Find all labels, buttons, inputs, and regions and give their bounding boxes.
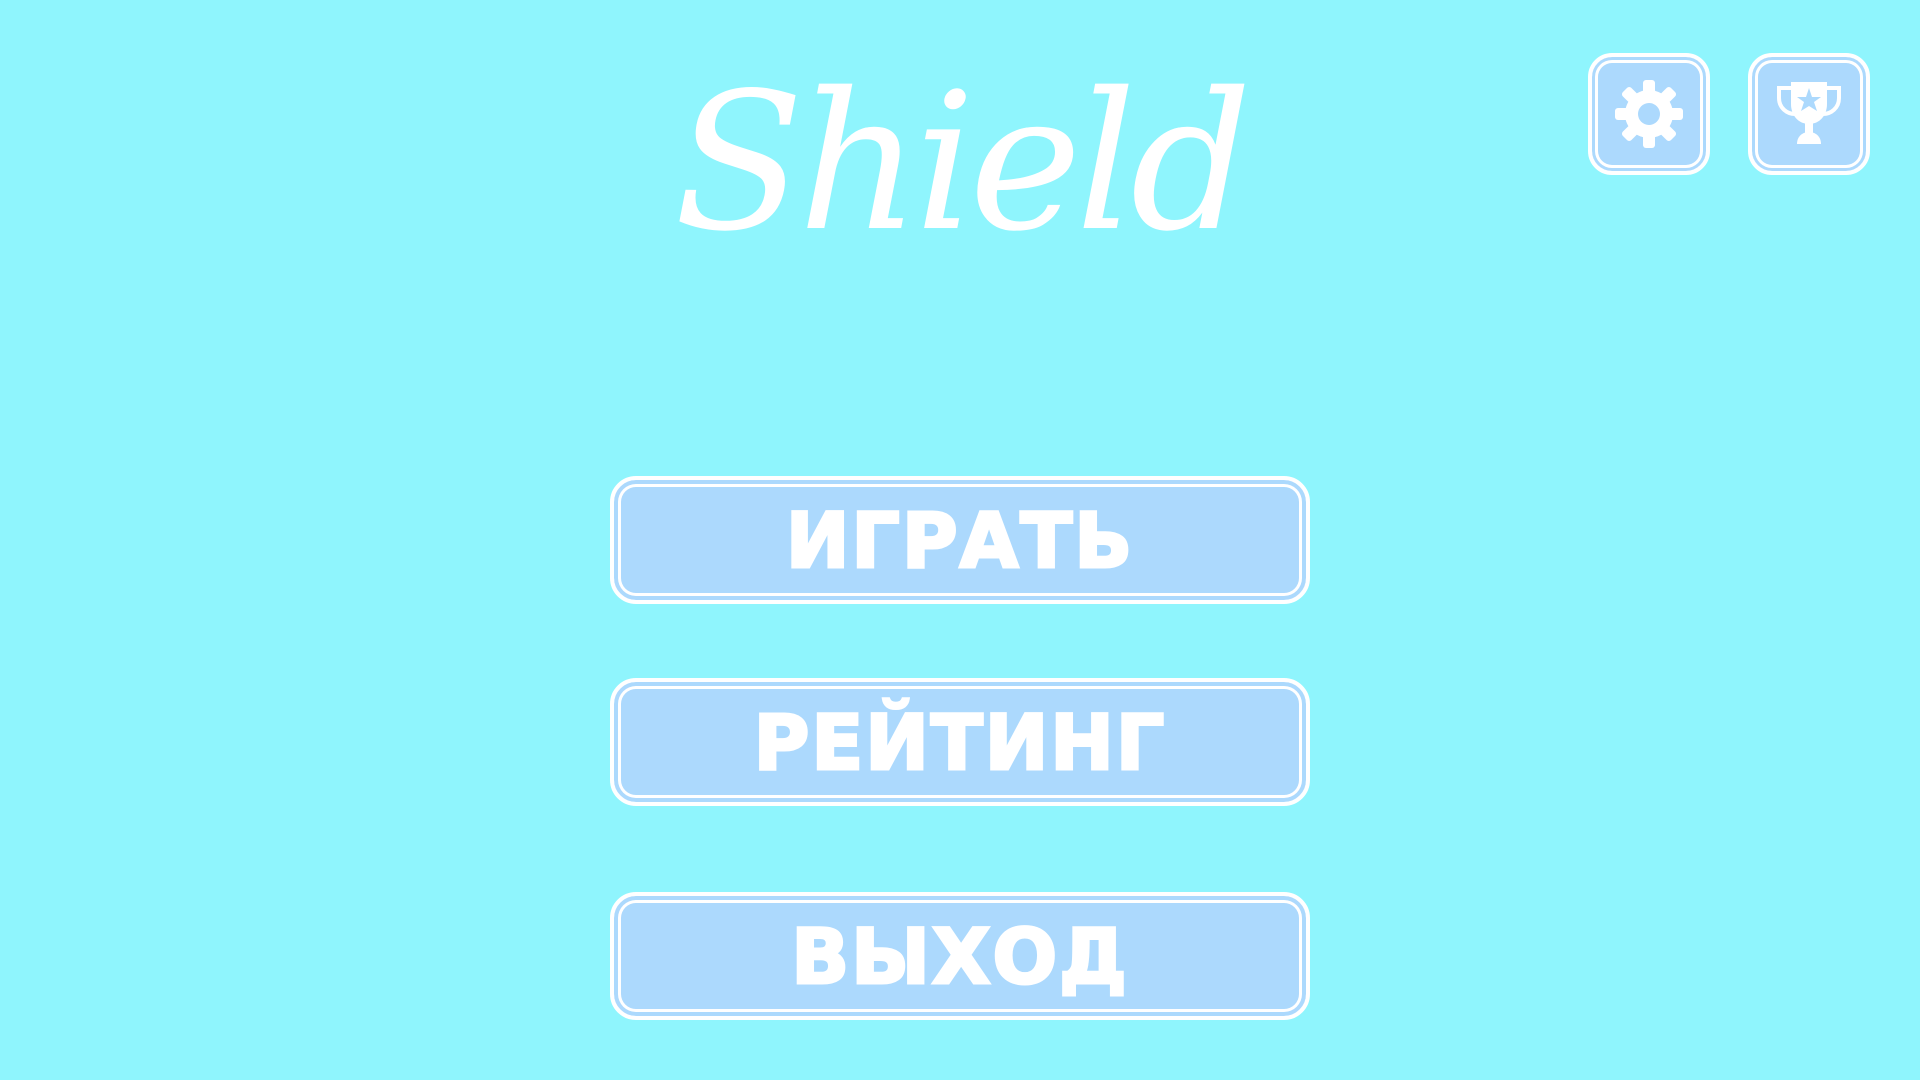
gear-icon (1609, 74, 1689, 154)
play-button-label: ИГРАТЬ (784, 494, 1135, 586)
play-button[interactable]: ИГРАТЬ (610, 476, 1310, 604)
rating-button[interactable]: РЕЙТИНГ (610, 678, 1310, 806)
exit-button-label: ВЫХОД (790, 910, 1129, 1002)
leaderboard-button[interactable] (1748, 53, 1870, 175)
rating-button-label: РЕЙТИНГ (752, 696, 1167, 788)
settings-button[interactable] (1588, 53, 1710, 175)
trophy-icon (1767, 72, 1851, 156)
exit-button[interactable]: ВЫХОД (610, 892, 1310, 1020)
game-title: Shield (673, 52, 1252, 273)
